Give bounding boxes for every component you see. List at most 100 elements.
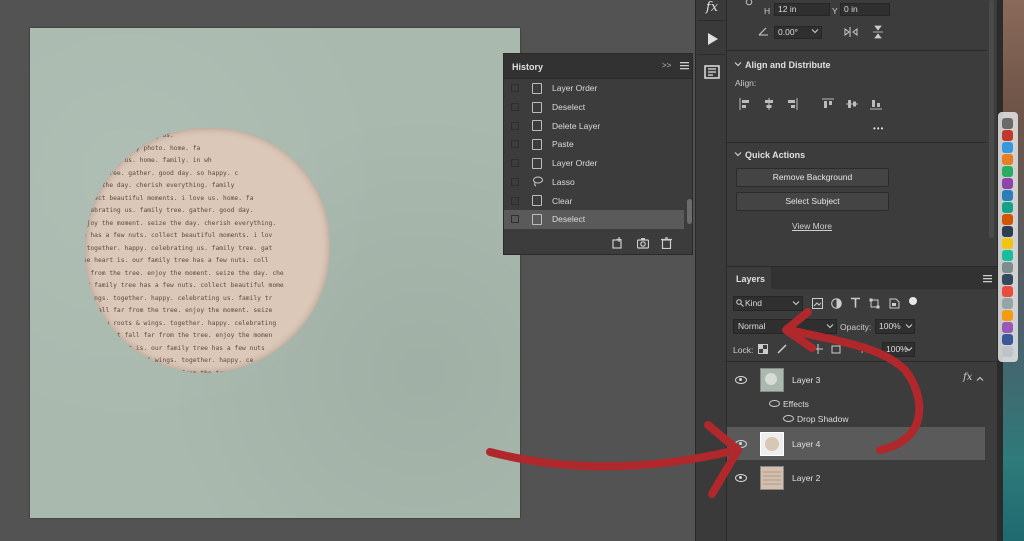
history-item-label: Layer Order	[552, 158, 598, 169]
trash-icon[interactable]	[661, 237, 672, 249]
dock-app-icon[interactable]	[1002, 310, 1013, 321]
chevron-down-icon[interactable]	[905, 345, 913, 353]
history-item[interactable]: Layer Order	[504, 79, 684, 98]
hole-text-line: n't fall far from the tree. enjoy the mo…	[85, 307, 273, 314]
history-item[interactable]: Lasso	[504, 173, 684, 192]
layer-row-layer-3[interactable]: Layer 3 fx	[727, 363, 985, 396]
dock-app-icon[interactable]	[1002, 274, 1013, 285]
dock-app-icon[interactable]	[1002, 214, 1013, 225]
expand-panel-button[interactable]: >>	[662, 61, 671, 70]
document-canvas[interactable]: es. happy celebrating us. r. happy. famil…	[30, 28, 520, 518]
chevron-down-icon[interactable]	[811, 27, 819, 35]
chevron-down-icon[interactable]	[734, 60, 742, 68]
select-subject-button[interactable]: Select Subject	[736, 192, 889, 211]
flip-horizontal-icon[interactable]	[844, 26, 858, 38]
adjustment-layer-filter-icon[interactable]	[831, 298, 842, 309]
align-top-icon[interactable]	[822, 98, 834, 110]
align-left-icon[interactable]	[739, 98, 751, 110]
dock-app-icon[interactable]	[1002, 178, 1013, 189]
properties-scrollbar[interactable]	[989, 0, 994, 238]
dock-app-icon[interactable]	[1002, 202, 1013, 213]
camera-snapshot-icon[interactable]	[637, 237, 649, 249]
type-layer-filter-icon[interactable]	[850, 297, 861, 308]
history-source-checkbox[interactable]	[511, 84, 519, 93]
panel-menu-icon[interactable]	[680, 61, 689, 70]
layers-title[interactable]: Layers	[736, 274, 765, 284]
dock-app-icon[interactable]	[1002, 142, 1013, 153]
panel-menu-icon[interactable]	[983, 274, 992, 283]
divider	[698, 20, 725, 21]
dock-app-icon[interactable]	[1002, 262, 1013, 273]
dock-app-icon[interactable]	[1002, 322, 1013, 333]
layer-thumbnail	[760, 431, 784, 456]
chevron-down-icon[interactable]	[792, 299, 800, 307]
dock-app-icon[interactable]	[1002, 226, 1013, 237]
layer-row-layer-4[interactable]: Layer 4	[727, 427, 985, 460]
eye-icon[interactable]	[735, 473, 747, 482]
new-document-from-state-icon[interactable]	[612, 237, 624, 249]
history-item[interactable]: Clear	[504, 191, 684, 210]
layer-row-layer-2[interactable]: Layer 2	[727, 461, 985, 494]
fx-button[interactable]: fx	[700, 0, 724, 20]
history-scrollbar[interactable]	[687, 199, 692, 224]
chevron-up-icon[interactable]	[976, 375, 984, 383]
history-item[interactable]: Delete Layer	[504, 116, 684, 135]
chevron-down-icon[interactable]	[905, 322, 913, 330]
eye-icon[interactable]	[735, 375, 747, 384]
pixel-layer-filter-icon[interactable]	[812, 298, 823, 309]
dock-app-icon[interactable]	[1002, 190, 1013, 201]
effects-eye-icon[interactable]	[769, 400, 780, 407]
height-field[interactable]: 12 in	[774, 3, 830, 16]
lock-image-pixels-icon[interactable]	[777, 343, 788, 354]
history-source-checkbox[interactable]	[511, 177, 519, 186]
history-source-checkbox[interactable]	[511, 196, 519, 205]
lock-artboard-icon[interactable]	[831, 344, 841, 354]
history-item[interactable]: Deselect	[504, 209, 684, 229]
history-source-checkbox[interactable]	[511, 103, 519, 112]
lock-transparent-pixels-icon[interactable]	[758, 344, 768, 354]
filter-toggle-icon[interactable]	[908, 296, 918, 306]
dock-app-icon[interactable]	[1002, 298, 1013, 309]
dock-app-icon[interactable]	[1002, 130, 1013, 141]
chevron-down-icon[interactable]	[734, 150, 742, 158]
link-dimensions-icon[interactable]	[745, 0, 753, 6]
flip-vertical-icon[interactable]	[872, 25, 884, 39]
layer-name[interactable]: Layer 3	[792, 375, 820, 385]
dock-app-icon[interactable]	[1002, 334, 1013, 345]
align-bottom-icon[interactable]	[870, 98, 882, 110]
view-more-link[interactable]: View More	[792, 221, 832, 231]
history-item[interactable]: Paste	[504, 135, 684, 154]
dock-app-icon[interactable]	[1002, 166, 1013, 177]
align-vertical-center-icon[interactable]	[846, 98, 858, 110]
layer-name[interactable]: Layer 2	[792, 473, 820, 483]
blend-mode-select[interactable]: Normal	[733, 319, 837, 334]
history-source-checkbox[interactable]	[511, 140, 519, 149]
eye-icon[interactable]	[735, 439, 747, 448]
chevron-down-icon[interactable]	[826, 322, 834, 330]
layer-name[interactable]: Layer 4	[792, 439, 820, 449]
shape-layer-filter-icon[interactable]	[869, 298, 880, 309]
history-item[interactable]: Layer Order	[504, 154, 684, 173]
history-source-checkbox[interactable]	[511, 121, 519, 130]
align-right-icon[interactable]	[786, 98, 798, 110]
history-source-checkbox[interactable]	[511, 159, 519, 168]
history-panel-icon[interactable]	[700, 60, 724, 84]
more-options-button[interactable]: •••	[873, 124, 884, 133]
remove-background-button[interactable]: Remove Background	[736, 168, 889, 187]
y-field[interactable]: 0 in	[840, 3, 890, 16]
lock-position-icon[interactable]	[813, 344, 823, 354]
history-item[interactable]: Deselect	[504, 98, 684, 117]
history-source-checkbox[interactable]	[511, 215, 519, 224]
play-icon[interactable]	[700, 27, 724, 51]
dock-app-icon[interactable]	[1002, 154, 1013, 165]
smart-object-filter-icon[interactable]	[889, 298, 900, 309]
dock-app-icon[interactable]	[1002, 250, 1013, 261]
dock-app-icon[interactable]	[1002, 286, 1013, 297]
hole-text-line: r. happy. family photo. home. fa	[85, 144, 201, 152]
align-horizontal-center-icon[interactable]	[763, 98, 775, 110]
drop-shadow-eye-icon[interactable]	[783, 415, 794, 422]
fx-badge[interactable]: fx	[963, 372, 972, 383]
dock-app-icon[interactable]	[1002, 346, 1013, 357]
dock-app-icon[interactable]	[1002, 238, 1013, 249]
dock-app-icon[interactable]	[1002, 118, 1013, 129]
